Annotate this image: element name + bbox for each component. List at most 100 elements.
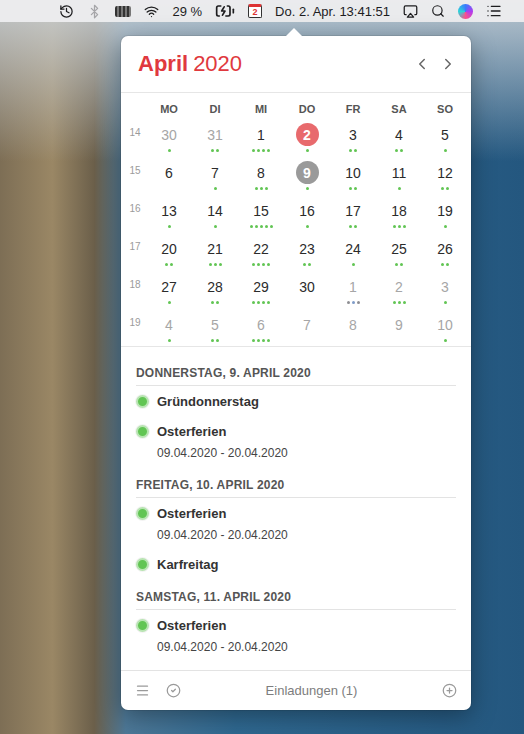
day-cell[interactable]: 30 bbox=[146, 118, 192, 156]
memory-icon[interactable] bbox=[115, 6, 131, 17]
day-cell[interactable]: 3 bbox=[422, 270, 468, 308]
battery-percent[interactable]: 29 % bbox=[172, 4, 202, 19]
search-icon[interactable] bbox=[431, 4, 445, 18]
day-cell[interactable]: 11 bbox=[376, 156, 422, 194]
day-cell[interactable]: 29 bbox=[238, 270, 284, 308]
day-cell[interactable]: 7 bbox=[192, 156, 238, 194]
event-dot bbox=[252, 149, 255, 152]
event-dot bbox=[216, 301, 219, 304]
wifi-icon[interactable] bbox=[144, 4, 159, 19]
event-dots bbox=[168, 339, 171, 342]
day-number: 13 bbox=[158, 199, 181, 222]
agenda-list: DONNERSTAG, 9. APRIL 2020GründonnerstagO… bbox=[121, 347, 471, 670]
day-cell[interactable]: 21 bbox=[192, 232, 238, 270]
event-dot bbox=[393, 225, 396, 228]
day-number: 9 bbox=[296, 161, 319, 184]
menu-clock[interactable]: Do. 2. Apr. 13:41:51 bbox=[275, 4, 390, 19]
notification-list-icon[interactable] bbox=[486, 3, 502, 19]
calendar-popover: April2020MODIMIDOFRSASO14303112345156789… bbox=[121, 36, 471, 710]
day-number: 29 bbox=[250, 275, 273, 298]
day-cell[interactable]: 10 bbox=[422, 308, 468, 346]
day-cell[interactable]: 8 bbox=[238, 156, 284, 194]
day-cell[interactable]: 5 bbox=[192, 308, 238, 346]
event-row[interactable]: Osterferien09.04.2020 - 20.04.2020 bbox=[136, 498, 456, 549]
bluetooth-icon[interactable] bbox=[87, 4, 102, 19]
battery-icon[interactable] bbox=[215, 1, 235, 21]
day-cell[interactable]: 26 bbox=[422, 232, 468, 270]
day-cell[interactable]: 1 bbox=[330, 270, 376, 308]
time-machine-icon[interactable] bbox=[59, 4, 74, 19]
weekday-label: DI bbox=[192, 100, 238, 118]
weekday-label: FR bbox=[330, 100, 376, 118]
day-cell[interactable]: 14 bbox=[192, 194, 238, 232]
day-cell[interactable]: 3 bbox=[330, 118, 376, 156]
day-cell[interactable]: 24 bbox=[330, 232, 376, 270]
previous-month-icon[interactable] bbox=[413, 55, 431, 73]
calendar-color-icon bbox=[136, 507, 149, 520]
day-cell[interactable]: 1 bbox=[238, 118, 284, 156]
invitations-button[interactable]: Einladungen (1) bbox=[197, 683, 426, 698]
calendar-color-icon bbox=[136, 425, 149, 438]
day-cell[interactable]: 4 bbox=[146, 308, 192, 346]
event-title: Osterferien bbox=[157, 424, 288, 440]
day-number: 5 bbox=[204, 313, 227, 336]
day-cell[interactable]: 9 bbox=[376, 308, 422, 346]
day-cell[interactable]: 17 bbox=[330, 194, 376, 232]
calendar-icon[interactable]: 2 bbox=[248, 4, 262, 18]
day-cell[interactable]: 19 bbox=[422, 194, 468, 232]
day-cell[interactable]: 10 bbox=[330, 156, 376, 194]
week-number: 15 bbox=[124, 156, 146, 194]
day-number: 22 bbox=[250, 237, 273, 260]
day-cell[interactable]: 20 bbox=[146, 232, 192, 270]
day-cell[interactable]: 30 bbox=[284, 270, 330, 308]
day-cell[interactable]: 7 bbox=[284, 308, 330, 346]
day-cell[interactable]: 18 bbox=[376, 194, 422, 232]
day-cell[interactable]: 28 bbox=[192, 270, 238, 308]
add-event-icon[interactable] bbox=[442, 683, 457, 698]
event-row[interactable]: Osterferien09.04.2020 - 20.04.2020 bbox=[136, 416, 456, 467]
day-cell[interactable]: 5 bbox=[422, 118, 468, 156]
day-cell[interactable]: 27 bbox=[146, 270, 192, 308]
day-cell[interactable]: 23 bbox=[284, 232, 330, 270]
day-cell[interactable]: 12 bbox=[422, 156, 468, 194]
day-cell[interactable]: 25 bbox=[376, 232, 422, 270]
event-dot bbox=[357, 301, 360, 304]
weekday-label: MO bbox=[146, 100, 192, 118]
day-number: 14 bbox=[204, 199, 227, 222]
day-cell[interactable]: 6 bbox=[238, 308, 284, 346]
day-number: 3 bbox=[434, 275, 457, 298]
day-cell[interactable]: 16 bbox=[284, 194, 330, 232]
siri-icon[interactable] bbox=[458, 4, 473, 19]
event-dot bbox=[354, 149, 357, 152]
event-row[interactable]: Gründonnerstag bbox=[136, 386, 456, 416]
day-cell[interactable]: 8 bbox=[330, 308, 376, 346]
event-row[interactable]: Osterferien09.04.2020 - 20.04.2020 bbox=[136, 610, 456, 661]
event-dots bbox=[252, 263, 270, 266]
month-name: April bbox=[138, 51, 188, 77]
day-number: 3 bbox=[342, 123, 365, 146]
day-cell[interactable]: 6 bbox=[146, 156, 192, 194]
day-cell[interactable]: 2 bbox=[376, 270, 422, 308]
event-dot bbox=[250, 225, 253, 228]
event-dot bbox=[262, 263, 265, 266]
day-cell[interactable]: 31 bbox=[192, 118, 238, 156]
airplay-icon[interactable] bbox=[403, 4, 418, 19]
day-cell[interactable]: 22 bbox=[238, 232, 284, 270]
event-row[interactable]: Karfreitag bbox=[136, 549, 456, 579]
event-text: Osterferien09.04.2020 - 20.04.2020 bbox=[157, 424, 288, 461]
event-dot bbox=[444, 339, 447, 342]
day-cell[interactable]: 4 bbox=[376, 118, 422, 156]
day-cell[interactable]: 9 bbox=[284, 156, 330, 194]
next-month-icon[interactable] bbox=[439, 55, 457, 73]
day-cell[interactable]: 15 bbox=[238, 194, 284, 232]
event-text: Karfreitag bbox=[157, 557, 218, 573]
day-number: 12 bbox=[434, 161, 457, 184]
menu-icon[interactable] bbox=[135, 683, 150, 698]
event-dots bbox=[349, 225, 357, 228]
day-number: 2 bbox=[296, 123, 319, 146]
event-dot bbox=[260, 187, 263, 190]
day-cell[interactable]: 2 bbox=[284, 118, 330, 156]
check-circle-icon[interactable] bbox=[166, 683, 181, 698]
agenda-day-header: FREITAG, 10. APRIL 2020 bbox=[136, 477, 456, 498]
day-cell[interactable]: 13 bbox=[146, 194, 192, 232]
